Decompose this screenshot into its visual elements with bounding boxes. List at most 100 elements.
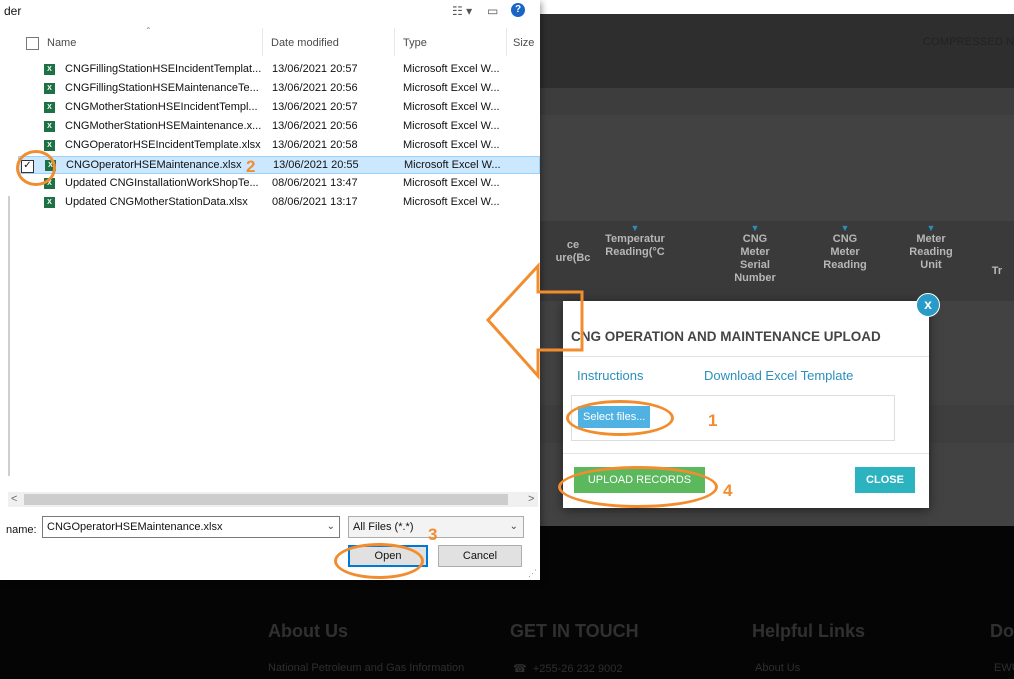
step-1-label: 1 (708, 411, 718, 430)
nav-pane-edge (8, 196, 10, 476)
annotation-ring-checkbox (16, 150, 56, 186)
column-divider (506, 28, 507, 56)
table-header-meter-reading[interactable]: ▼ CNG Meter Reading (810, 223, 880, 272)
filename-value: CNGOperatorHSEMaintenance.xlsx (47, 521, 223, 533)
file-type: Microsoft Excel W... (403, 63, 500, 75)
file-row[interactable]: X Updated CNGInstallationWorkShopTe... 0… (18, 175, 540, 193)
file-row-selected[interactable]: ✓ X CNGOperatorHSEMaintenance.xlsx 13/06… (18, 156, 540, 174)
column-divider (394, 28, 395, 56)
footer-cut-text: EWU (994, 662, 1014, 674)
table-header-label: CNG Meter Serial Number (734, 233, 776, 284)
column-divider (262, 28, 263, 56)
cancel-button[interactable]: Cancel (438, 545, 522, 567)
file-name: CNGMotherStationHSEIncidentTempl... (65, 101, 258, 113)
file-name: CNGOperatorHSEMaintenance.xlsx (66, 159, 242, 171)
arrow-shape (485, 262, 584, 380)
filename-input[interactable]: CNGOperatorHSEMaintenance.xlsx ⌄ (42, 516, 340, 538)
filter-icon[interactable]: ▼ (896, 223, 966, 233)
modal-divider (563, 356, 929, 357)
file-row[interactable]: X CNGFillingStationHSEIncidentTemplat...… (18, 61, 540, 79)
table-header-label: CNG Meter Reading (823, 233, 867, 271)
table-header-reading-unit[interactable]: ▼ Meter Reading Unit (896, 223, 966, 272)
footer-phone[interactable]: ☎ +255-26 232 9002 (513, 662, 622, 675)
file-row[interactable]: X Updated CNGMotherStationData.xlsx 08/0… (18, 194, 540, 212)
page-header-title: COMPRESSED NA (922, 36, 1014, 48)
table-header-meter-serial[interactable]: ▼ CNG Meter Serial Number (720, 223, 790, 285)
file-type: Microsoft Excel W... (403, 196, 500, 208)
step-4-label: 4 (723, 481, 733, 500)
annotation-ring-upload (558, 466, 718, 508)
filter-icon[interactable]: ▼ (600, 223, 670, 233)
filter-icon[interactable]: ▼ (720, 223, 790, 233)
scrollbar-thumb[interactable] (24, 494, 508, 505)
select-all-checkbox[interactable] (26, 37, 39, 50)
filename-label: name: (6, 524, 37, 536)
help-icon[interactable]: ? (511, 3, 525, 17)
footer-about-title: About Us (268, 621, 348, 641)
footer-links-title: Helpful Links (752, 621, 866, 641)
step-2-label: 2 (246, 157, 256, 176)
file-name: CNGOperatorHSEIncidentTemplate.xlsx (65, 139, 261, 151)
page-top-strip (540, 0, 1014, 14)
chevron-down-icon[interactable]: ⌄ (327, 517, 335, 537)
scroll-right-icon[interactable]: > (528, 492, 534, 507)
column-header-type[interactable]: Type (403, 37, 427, 49)
table-header-label: ce ure(Bc (555, 239, 591, 264)
download-template-link[interactable]: Download Excel Template (704, 368, 853, 383)
file-date: 13/06/2021 20:57 (272, 101, 358, 113)
excel-file-icon: X (44, 102, 55, 113)
excel-file-icon: X (44, 121, 55, 132)
file-row[interactable]: X CNGMotherStationHSEMaintenance.x... 13… (18, 118, 540, 136)
file-date: 13/06/2021 20:58 (272, 139, 358, 151)
close-button[interactable]: CLOSE (855, 467, 915, 493)
excel-file-icon: X (44, 64, 55, 75)
left-arrow-annotation (485, 262, 584, 380)
file-date: 13/06/2021 20:55 (273, 159, 359, 171)
page-toolbar-strip (540, 88, 1014, 115)
phone-icon: ☎ (513, 663, 527, 675)
column-header-date[interactable]: Date modified (271, 37, 339, 49)
preview-pane-icon[interactable]: ▭ (487, 4, 498, 18)
table-header-label: Meter Reading Unit (909, 233, 953, 271)
modal-divider (563, 453, 929, 454)
filter-icon[interactable]: ▼ (810, 223, 880, 233)
annotation-ring-open (334, 543, 424, 579)
table-header-label: Temperatur Reading(°C (605, 233, 665, 258)
file-date: 08/06/2021 13:47 (272, 177, 358, 189)
file-type: Microsoft Excel W... (403, 177, 500, 189)
table-header-cut[interactable]: Tr (980, 265, 1014, 278)
column-header-size[interactable]: Size (513, 37, 534, 49)
footer-phone-text: +255-26 232 9002 (532, 663, 623, 675)
excel-file-icon: X (44, 197, 55, 208)
file-row[interactable]: X CNGMotherStationHSEIncidentTempl... 13… (18, 99, 540, 117)
file-type: Microsoft Excel W... (403, 139, 500, 151)
resize-grip-icon[interactable]: ⋰ (528, 568, 537, 579)
modal-title: CNG OPERATION AND MAINTENANCE UPLOAD (571, 329, 881, 344)
excel-file-icon: X (44, 83, 55, 94)
file-name: Updated CNGInstallationWorkShopTe... (65, 177, 259, 189)
file-open-dialog: der ☷ ▾ ▭ ? ⌃ Name Date modified Type Si… (0, 0, 540, 580)
file-name: CNGFillingStationHSEMaintenanceTe... (65, 82, 259, 94)
scroll-left-icon[interactable]: < (11, 492, 17, 507)
horizontal-scrollbar[interactable]: < > (8, 492, 538, 507)
file-date: 08/06/2021 13:17 (272, 196, 358, 208)
annotation-ring-select (566, 400, 674, 436)
footer-about-text: National Petroleum and Gas Information (268, 662, 465, 674)
column-header-name[interactable]: Name (47, 37, 76, 49)
file-row[interactable]: X CNGFillingStationHSEMaintenanceTe... 1… (18, 80, 540, 98)
sort-up-icon: ⌃ (145, 26, 152, 35)
chevron-down-icon[interactable]: ⌄ (510, 517, 518, 537)
file-row[interactable]: X CNGOperatorHSEIncidentTemplate.xlsx 13… (18, 137, 540, 155)
file-date: 13/06/2021 20:57 (272, 63, 358, 75)
view-options-icon[interactable]: ☷ ▾ (452, 4, 472, 18)
file-name: CNGFillingStationHSEIncidentTemplat... (65, 63, 262, 75)
step-3-label: 3 (428, 525, 438, 544)
file-type: Microsoft Excel W... (403, 101, 500, 113)
file-type: Microsoft Excel W... (404, 159, 501, 171)
file-type: Microsoft Excel W... (403, 82, 500, 94)
table-header-temperature[interactable]: ▼ Temperatur Reading(°C (600, 223, 670, 259)
close-icon[interactable]: x (916, 293, 940, 317)
file-type: Microsoft Excel W... (403, 120, 500, 132)
file-name: Updated CNGMotherStationData.xlsx (65, 196, 248, 208)
footer-link-about[interactable]: About Us (755, 662, 800, 674)
